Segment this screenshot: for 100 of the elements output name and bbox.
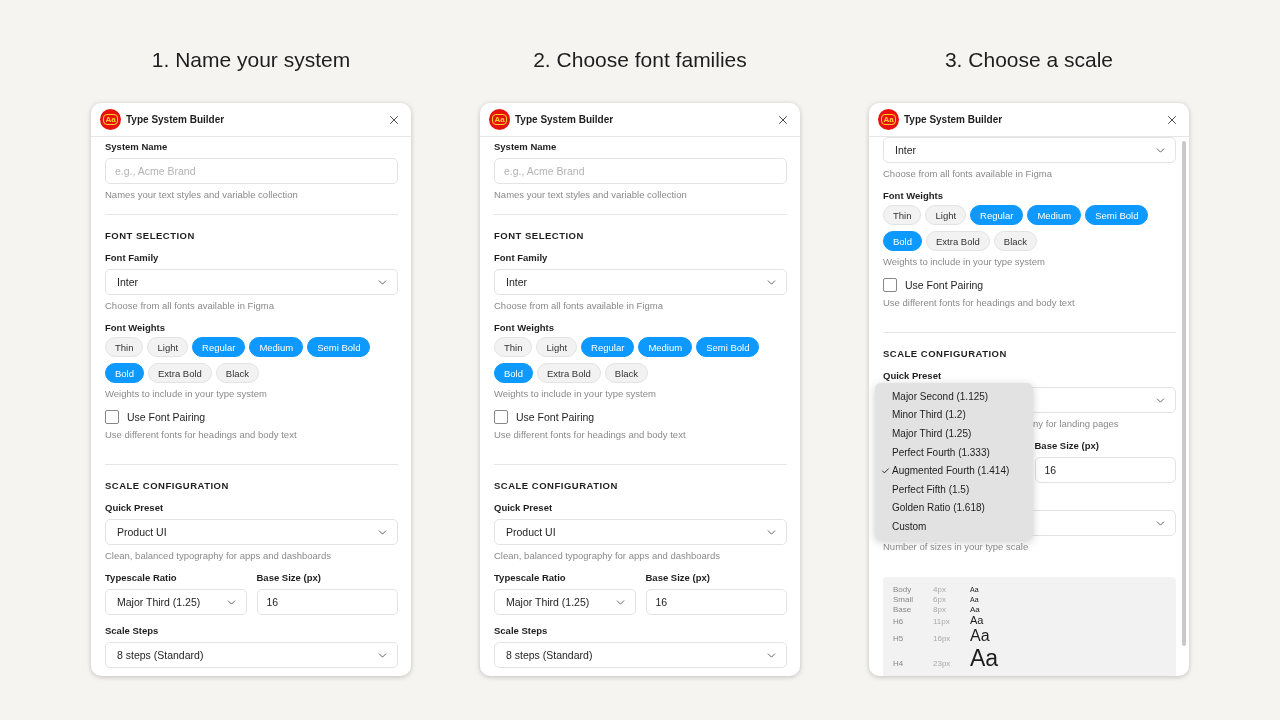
checkbox[interactable] [883, 278, 897, 292]
section-heading: SCALE CONFIGURATION [883, 347, 1008, 360]
window-title: Type System Builder [904, 114, 1004, 125]
window-title: Type System Builder [515, 114, 615, 125]
field-label: Font Family [105, 251, 160, 264]
size-text: 6px [933, 595, 947, 604]
menu-item[interactable]: Major Third (1.25) [875, 424, 1033, 443]
menu-item[interactable]: Golden Ratio (1.618) [875, 498, 1033, 518]
menu-item[interactable]: Custom [875, 517, 1033, 536]
menu-item[interactable]: Perfect Fifth (1.5) [875, 479, 1033, 499]
select-field[interactable]: Major Third (1.25) [494, 589, 636, 615]
weight-chip[interactable]: Light [925, 205, 967, 225]
select-field[interactable]: Inter [105, 269, 398, 295]
select-field[interactable]: Product UI [105, 519, 398, 545]
field-label: Font Weights [494, 321, 555, 334]
number-field[interactable]: 16 [256, 589, 398, 615]
step-title: 1. Name your system [151, 48, 351, 72]
logo-icon: Aa [878, 109, 899, 130]
hint-text: Clean, balanced typography for apps and dashboards [494, 549, 721, 562]
menu-item[interactable]: Augmented Fourth (1.414) [875, 461, 1033, 480]
weight-chip[interactable]: Light [536, 337, 578, 357]
section-heading: FONT SELECTION [494, 229, 585, 242]
field-label: Typescale Ratio [105, 571, 178, 584]
hint-text: Weights to include in your type system [883, 255, 1045, 268]
hint-text: Number of sizes in your type scale [883, 540, 1029, 553]
hint-text: Choose from all fonts available in Figma [494, 299, 663, 312]
size-text: 16px [933, 633, 952, 643]
size-text: 8px [933, 605, 947, 614]
select-field[interactable]: Inter [883, 137, 1176, 163]
select-field[interactable]: 8 steps (Standard) [494, 642, 787, 668]
menu-item[interactable]: Minor Third (1.2) [875, 405, 1033, 425]
checkbox[interactable] [494, 410, 508, 424]
size-text: 4px [933, 585, 947, 594]
field-label: System Name [105, 140, 169, 153]
window-title: Type System Builder [126, 114, 226, 125]
hint-text: Clean, balanced typography for apps and dashboards [105, 549, 332, 562]
step-title: 3. Choose a scale [944, 48, 1114, 72]
field-label: Base Size (px) [256, 571, 322, 584]
menu-item[interactable]: Perfect Fourth (1.333) [875, 442, 1033, 462]
field-label: Base Size (px) [645, 571, 711, 584]
weight-chip[interactable]: Thin [883, 205, 922, 225]
text-field[interactable]: e.g., Acme Brand [105, 158, 398, 184]
hint-text: Names your text styles and variable collection [494, 188, 687, 201]
style-name: H5 [893, 633, 905, 643]
number-field[interactable]: 16 [1034, 457, 1176, 483]
hint-text: Use different fonts for headings and body text [494, 428, 686, 441]
text-field[interactable]: e.g., Acme Brand [494, 158, 787, 184]
style-name: Body [893, 585, 913, 594]
logo-icon: Aa [489, 109, 510, 130]
select-field[interactable]: Inter [494, 269, 787, 295]
weight-chip[interactable]: Thin [105, 337, 144, 357]
hint-text: Weights to include in your type system [494, 387, 656, 400]
field-label: Font Family [494, 251, 549, 264]
weight-chip[interactable]: Black [215, 363, 260, 383]
field-label: System Name [494, 140, 558, 153]
sample-text: Aa [970, 645, 999, 670]
checkbox-label: Use Font Pairing [516, 411, 595, 423]
checkbox-label: Use Font Pairing [905, 279, 984, 291]
style-name: H4 [893, 658, 905, 668]
section-heading: FONT SELECTION [105, 229, 196, 242]
field-label: Base Size (px) [1034, 439, 1100, 452]
select-field[interactable]: 8 steps (Standard) [105, 642, 398, 668]
sample-text: Aa [970, 606, 980, 615]
select-field[interactable]: Major Third (1.25) [105, 589, 247, 615]
scrollbar[interactable] [1182, 141, 1186, 646]
hint-text: Weights to include in your type system [105, 387, 267, 400]
style-name: H6 [893, 617, 905, 627]
select-field[interactable]: Product UI [494, 519, 787, 545]
logo-icon: Aa [100, 109, 121, 130]
field-label: Quick Preset [883, 369, 943, 382]
weight-chip[interactable]: Extra Bold [926, 231, 990, 251]
weight-chip[interactable]: Black [993, 231, 1038, 251]
step-title: 2. Choose font families [533, 48, 747, 72]
number-field[interactable]: 16 [645, 589, 787, 615]
size-text: 11px [933, 617, 951, 627]
weight-chip[interactable]: Extra Bold [148, 363, 212, 383]
style-name: Small [893, 595, 914, 604]
weight-chip[interactable]: Extra Bold [537, 363, 601, 383]
weight-chip[interactable]: Light [147, 337, 189, 357]
section-heading: SCALE CONFIGURATION [105, 479, 230, 492]
sample-text: Aa [970, 615, 984, 627]
style-name: Base [893, 605, 913, 614]
menu-item[interactable]: Major Second (1.125) [875, 387, 1033, 406]
weight-chip[interactable]: Thin [494, 337, 533, 357]
field-label: Quick Preset [105, 501, 165, 514]
checkbox-label: Use Font Pairing [127, 411, 206, 423]
hint-text: ny for landing pages [1033, 417, 1119, 430]
hint-text: Names your text styles and variable collection [105, 188, 298, 201]
field-label: Typescale Ratio [494, 571, 567, 584]
hint-text: Use different fonts for headings and body text [883, 296, 1075, 309]
field-label: Quick Preset [494, 501, 554, 514]
weight-chip[interactable]: Black [604, 363, 649, 383]
hint-text: Use different fonts for headings and body text [105, 428, 297, 441]
field-label: Scale Steps [494, 624, 549, 637]
hint-text: Choose from all fonts available in Figma [105, 299, 274, 312]
field-label: Scale Steps [105, 624, 160, 637]
sample-text: Aa [970, 627, 990, 645]
field-label: Font Weights [105, 321, 166, 334]
checkbox[interactable] [105, 410, 119, 424]
field-label: Font Weights [883, 189, 944, 202]
